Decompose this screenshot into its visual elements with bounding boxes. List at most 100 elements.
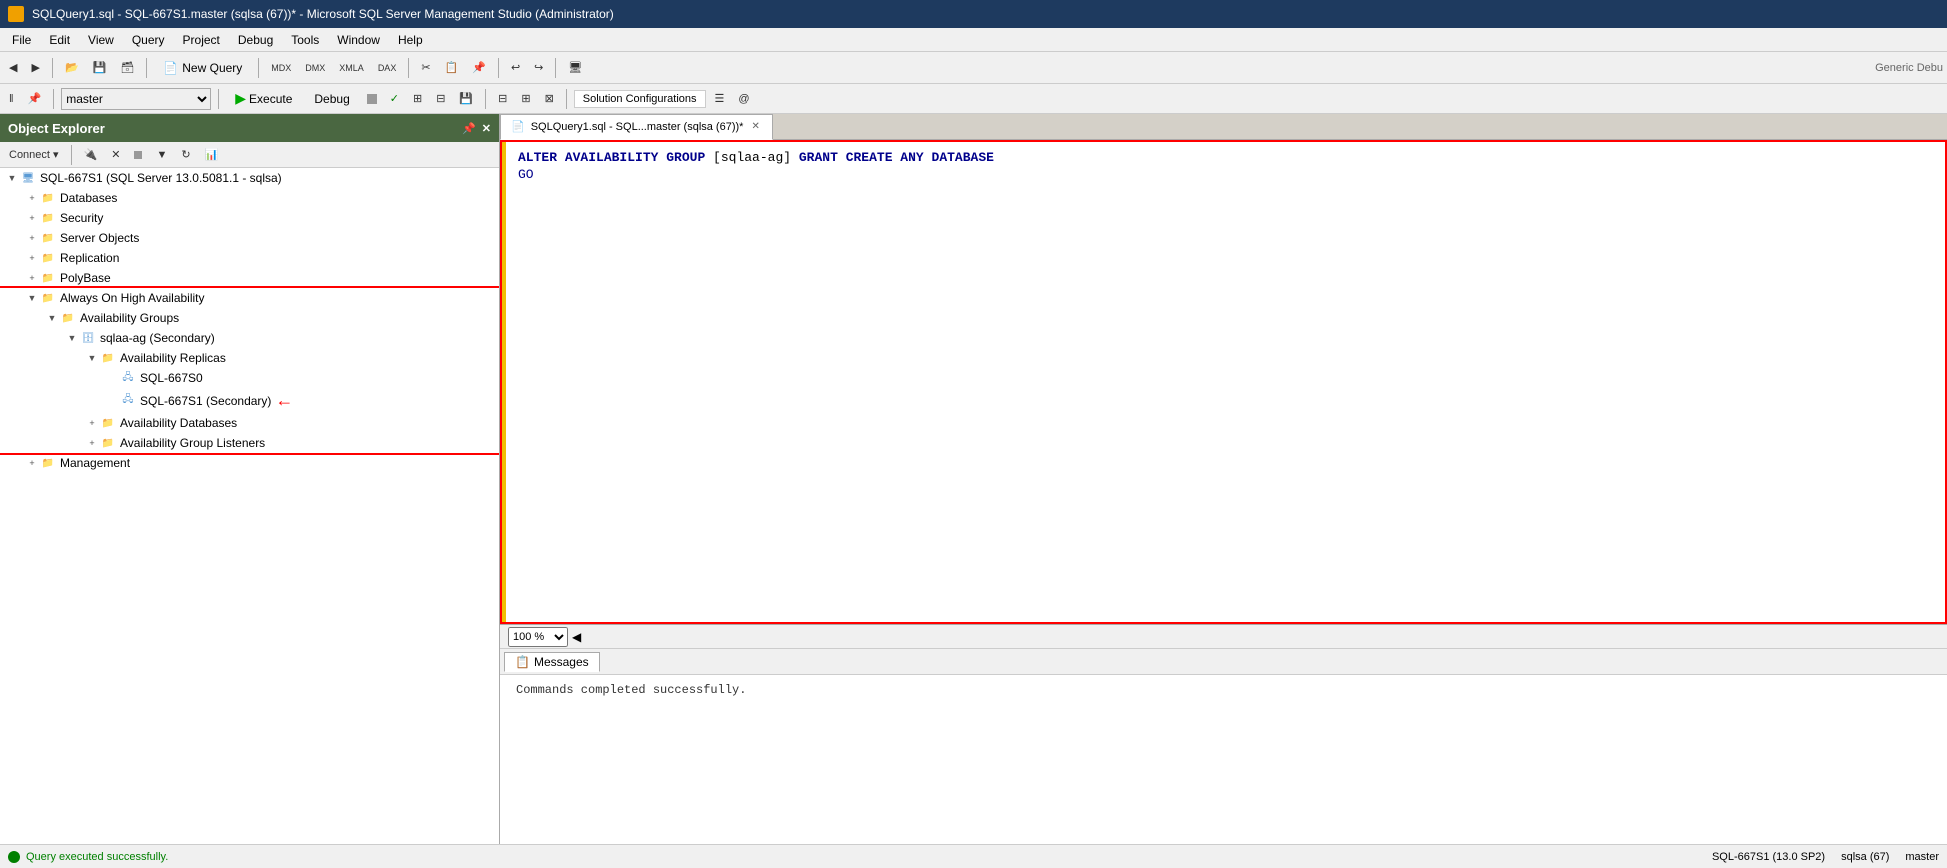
replication-expander[interactable]: + [24,250,40,266]
redo-button[interactable]: ↪ [529,58,548,77]
database-selector[interactable]: master [61,88,211,110]
checkmark-icon: ✓ [390,92,399,105]
serverobjects-expander[interactable]: + [24,230,40,246]
at-button[interactable]: @ [733,90,754,108]
dmx-icon: DMX [305,63,325,73]
separator-5 [498,58,499,78]
separator-3 [258,58,259,78]
polybase-expander[interactable]: + [24,270,40,286]
messages-tab-label: Messages [534,655,589,669]
menu-debug[interactable]: Debug [230,31,281,49]
tree-availgroups[interactable]: ▼ 📁 Availability Groups [0,308,499,328]
disconnect-icon: ✕ [111,148,120,161]
tree-availreplicas[interactable]: ▼ 📁 Availability Replicas [0,348,499,368]
cut-button[interactable]: ✂ [416,58,435,77]
dmx-button[interactable]: DMX [300,60,330,76]
root-expander[interactable]: ▼ [4,170,20,186]
availdbs-expander[interactable]: + [84,415,100,431]
disconnect-button[interactable]: ✕ [106,145,125,164]
availlisteners-expander[interactable]: + [84,435,100,451]
serverobjects-folder-icon: 📁 [40,230,56,246]
config-button[interactable]: ☰ [710,89,730,108]
security-expander[interactable]: + [24,210,40,226]
execute-button[interactable]: ▶ Execute [226,87,301,110]
menu-help[interactable]: Help [390,31,431,49]
databases-folder-icon: 📁 [40,190,56,206]
kw-grant: GRANT [799,150,846,165]
tree-sqlaag[interactable]: ▼ 🗄 sqlaa-ag (Secondary) [0,328,499,348]
kw-any: ANY [900,150,931,165]
menu-project[interactable]: Project [175,31,228,49]
tab-close-button[interactable]: ✕ [749,121,761,132]
menu-edit[interactable]: Edit [41,31,78,49]
save-results-button[interactable]: 💾 [454,89,478,108]
tree-alwayson[interactable]: ▼ 📁 Always On High Availability [0,288,499,308]
zoom-selector[interactable]: 100 % [508,627,568,647]
databases-expander[interactable]: + [24,190,40,206]
tree-availdbs[interactable]: + 📁 Availability Databases [0,413,499,433]
tree-serverobjects[interactable]: + 📁 Server Objects [0,228,499,248]
debug-button[interactable]: 🖥 [563,58,587,77]
tree-databases[interactable]: + 📁 Databases [0,188,499,208]
results-button[interactable]: ⊟ [431,89,450,108]
open-icon: 📂 [65,61,79,74]
main-toolbar: ◀ ▶ 📂 💾 🗃 📄 New Query MDX DMX XMLA DAX ✂… [0,52,1947,84]
management-expander[interactable]: + [24,455,40,471]
debug-query-button[interactable]: Debug [305,89,358,109]
separator-9 [485,89,486,109]
new-query-button[interactable]: 📄 New Query [154,57,251,79]
back-button[interactable]: ◀ [4,58,22,77]
databases-label: Databases [60,191,117,205]
filter-button[interactable]: ▼ [151,146,172,164]
availreplicas-expander[interactable]: ▼ [84,350,100,366]
sqlaag-expander[interactable]: ▼ [64,330,80,346]
zoom-arrow[interactable]: ◀ [572,630,581,644]
tree-security[interactable]: + 📁 Security [0,208,499,228]
replica0-icon: 🖧 [120,370,136,386]
tree-sql667s1[interactable]: + 🖧 SQL-667S1 (Secondary) ← [0,388,499,413]
dax-button[interactable]: DAX [373,60,402,76]
saveall-button[interactable]: 🗃 [115,58,139,77]
connect-button[interactable]: Connect ▾ [4,145,64,164]
save-button[interactable]: 💾 [88,58,112,77]
status-dot-icon [8,851,20,863]
layout-button[interactable]: ⊟ [493,89,512,108]
menu-tools[interactable]: Tools [283,31,327,49]
tree-replication[interactable]: + 📁 Replication [0,248,499,268]
summary-button[interactable]: 📊 [200,145,224,164]
tree-management[interactable]: + 📁 Management [0,453,499,473]
layout2-button[interactable]: ⊞ [516,89,535,108]
messages-tab[interactable]: 📋 Messages [504,652,600,672]
indent-button[interactable]: ‖ [4,90,19,108]
checkmark-button[interactable]: ✓ [385,89,404,108]
tree-root[interactable]: ▼ 🖥 SQL-667S1 (SQL Server 13.0.5081.1 - … [0,168,499,188]
menu-query[interactable]: Query [124,31,173,49]
new-connection-button[interactable]: 🔌 [79,145,103,164]
copy-button[interactable]: 📋 [440,58,464,77]
tree-sql667s0[interactable]: + 🖧 SQL-667S0 [0,368,499,388]
query-tab[interactable]: 📄 SQLQuery1.sql - SQL...master (sqlsa (6… [500,114,773,140]
summary-icon: 📊 [205,148,219,161]
tree-polybase[interactable]: + 📁 PolyBase [0,268,499,288]
layout3-button[interactable]: ⊠ [540,89,559,108]
undo-button[interactable]: ↩ [506,58,525,77]
menu-window[interactable]: Window [329,31,388,49]
code-editor[interactable]: ALTER AVAILABILITY GROUP [sqlaa-ag] GRAN… [500,140,1947,624]
paste-button[interactable]: 📌 [467,58,491,77]
refresh-button[interactable]: ↻ [176,145,195,164]
forward-button[interactable]: ▶ [26,58,44,77]
tree-availlisteners[interactable]: + 📁 Availability Group Listeners [0,433,499,453]
menu-file[interactable]: File [4,31,39,49]
mdx-button[interactable]: MDX [266,60,296,76]
pin-icon[interactable]: 📌 [462,122,476,135]
open-button[interactable]: 📂 [60,58,84,77]
pin-button[interactable]: 📌 [23,89,47,108]
close-icon[interactable]: ✕ [482,122,491,135]
management-label: Management [60,456,130,470]
menu-view[interactable]: View [80,31,122,49]
availgroups-expander[interactable]: ▼ [44,310,60,326]
alwayson-expander[interactable]: ▼ [24,290,40,306]
grid-button[interactable]: ⊞ [408,89,427,108]
xmla-button[interactable]: XMLA [334,60,369,76]
stop-oe-button[interactable] [129,148,147,162]
